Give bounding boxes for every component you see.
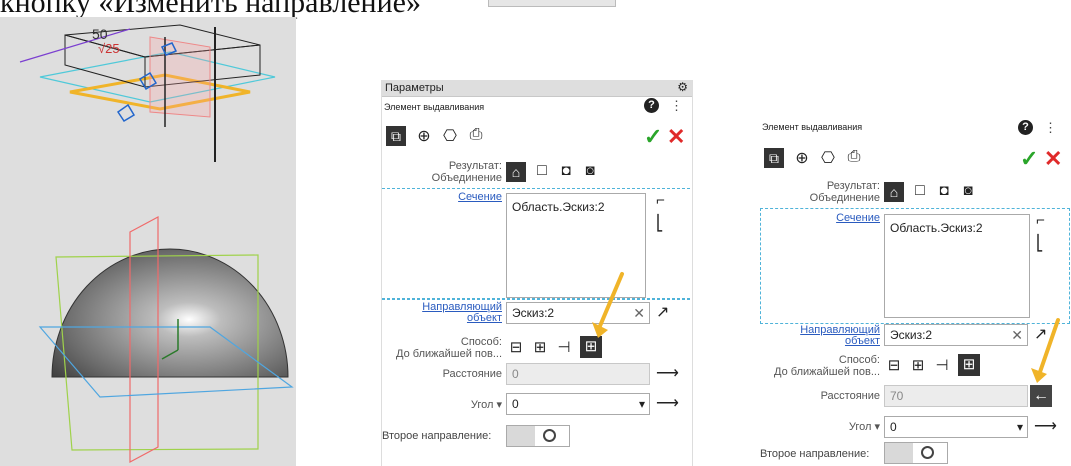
parameters-panel-2: Элемент выдавливания ? ⋮ ⧉ ⊕ ⎔ ⎙ ✓ ✕ Рез… [760,116,1071,466]
direction-value: Эскиз:2 [890,328,933,342]
method-to-surface-icon[interactable]: ⊞ [908,356,928,376]
intersect-icon[interactable]: ◙ [580,162,600,182]
section-sketch-icon[interactable]: ⎣ [1036,234,1044,252]
cancel-icon[interactable]: ✕ [667,124,685,150]
method-to-object-icon[interactable]: ⊣ [932,356,952,376]
direction-value: Эскиз:2 [512,306,555,320]
method-nearest-surface-icon[interactable]: ⊞ [958,354,980,376]
direction-field[interactable]: Эскиз:2 ✕ [884,324,1028,346]
tree-icon[interactable]: ⋮ [670,98,683,114]
method-to-object-icon[interactable]: ⊣ [554,338,574,358]
second-direction-toggle[interactable] [506,425,570,447]
help-icon[interactable]: ? [644,98,659,113]
new-body-icon[interactable]: □ [910,182,930,202]
panel-header: Параметры ⚙ [382,80,692,97]
method-label: Способ: [838,354,880,366]
angle-direction-icon[interactable]: ⟶ [656,393,679,413]
section-link[interactable]: Сечение [382,191,502,203]
angle-label-text: Угол [848,421,872,433]
angle-value: 0 [512,397,519,411]
distance-label: Расстояние [820,390,880,402]
hemisphere-model [38,215,294,464]
second-direction-label: Второе направление: [382,430,492,442]
method-to-surface-icon[interactable]: ⊞ [530,338,550,358]
result-label: Результат: [448,160,502,172]
clear-icon[interactable]: ✕ [633,303,645,323]
method-value: До ближайшей пов... [774,366,880,378]
kinematic-icon[interactable]: ⎔ [440,126,460,146]
distance-field[interactable]: 0 [506,363,650,385]
panel2-subtitle: Элемент выдавливания [762,122,863,132]
distance-value: 0 [512,367,519,381]
second-direction-toggle[interactable] [884,442,948,464]
angle-field[interactable]: 0 ▾ [506,393,650,415]
union-icon[interactable]: ⌂ [506,162,526,182]
highlight-arrow [1031,318,1060,383]
parameters-panel-1: Параметры ⚙ Элемент выдавливания ? ⋮ ⧉ ⊕… [381,80,693,466]
tree-icon[interactable]: ⋮ [1044,120,1057,136]
result-label: Результат: [826,180,880,192]
confirm-icon[interactable]: ✓ [644,124,662,150]
method-value: До ближайшей пов... [396,348,502,360]
angle-value: 0 [890,420,897,434]
highlight-arrow [592,272,624,338]
extrude-icon[interactable]: ⧉ [764,148,784,168]
distance-label: Расстояние [442,368,502,380]
intersect-icon[interactable]: ◙ [958,182,978,202]
extrusion-box-model [19,24,276,162]
section-sketch-icon[interactable]: ⎣ [656,214,664,232]
dropdown-icon[interactable]: ▾ [639,394,645,414]
section-link[interactable]: Сечение [760,212,880,224]
loft-icon[interactable]: ⎙ [844,148,864,168]
confirm-icon[interactable]: ✓ [1020,146,1038,172]
cad-viewport[interactable]: 50 √25 [0,17,296,466]
cad-scene: 50 √25 [19,24,294,464]
loft-icon[interactable]: ⎙ [466,126,486,146]
panel-subtitle: Элемент выдавливания [384,102,485,112]
method-to-vertex-icon[interactable]: ⊟ [884,356,904,376]
dimension-r25: √25 [98,41,120,56]
heading-button-image [488,0,616,7]
direction-arrow-icon[interactable]: ↗ [656,302,669,322]
distance-value: 70 [890,389,904,403]
extrude-icon[interactable]: ⧉ [386,126,406,146]
direction-link-line2[interactable]: объект [760,335,880,347]
panel-header-title: Параметры [385,82,444,94]
rotate-icon[interactable]: ⊕ [792,148,812,168]
angle-label[interactable]: Угол ▾ [760,420,880,433]
rotate-icon[interactable]: ⊕ [414,126,434,146]
help-icon[interactable]: ? [1018,120,1033,135]
angle-field[interactable]: 0 ▾ [884,416,1028,438]
section-select-icon[interactable]: ⌐ [656,192,665,209]
result-value: Объединение [431,172,502,184]
angle-label-text: Угол [470,399,494,411]
method-label: Способ: [460,336,502,348]
method-to-vertex-icon[interactable]: ⊟ [506,338,526,358]
angle-label[interactable]: Угол ▾ [382,398,502,411]
kinematic-icon[interactable]: ⎔ [818,148,838,168]
settings-gear-icon[interactable]: ⚙ [677,80,688,94]
reverse-direction-button[interactable]: ← [1030,385,1052,407]
result-value: Объединение [809,192,880,204]
section-list-item[interactable]: Область.Эскиз:2 [512,200,605,214]
union-icon[interactable]: ⌂ [884,182,904,202]
chevron-down-icon: ▾ [496,399,502,411]
cancel-icon[interactable]: ✕ [1044,146,1062,172]
section-list[interactable]: Область.Эскиз:2 [884,214,1030,318]
clear-icon[interactable]: ✕ [1011,325,1023,345]
chevron-down-icon: ▾ [874,421,880,433]
distance-field[interactable]: 70 [884,385,1028,407]
direction-link-line2[interactable]: объект [382,312,502,324]
angle-direction-icon[interactable]: ⟶ [1034,416,1057,436]
section-list-item[interactable]: Область.Эскиз:2 [890,221,983,235]
dimension-50: 50 [92,26,108,42]
second-direction-label: Второе направление: [760,448,870,460]
subtract-icon[interactable]: ◘ [934,182,954,202]
section-select-icon[interactable]: ⌐ [1036,212,1045,229]
dropdown-icon[interactable]: ▾ [1017,417,1023,437]
subtract-icon[interactable]: ◘ [556,162,576,182]
direction-toggle-icon[interactable]: ⟶ [656,363,679,383]
new-body-icon[interactable]: □ [532,162,552,182]
